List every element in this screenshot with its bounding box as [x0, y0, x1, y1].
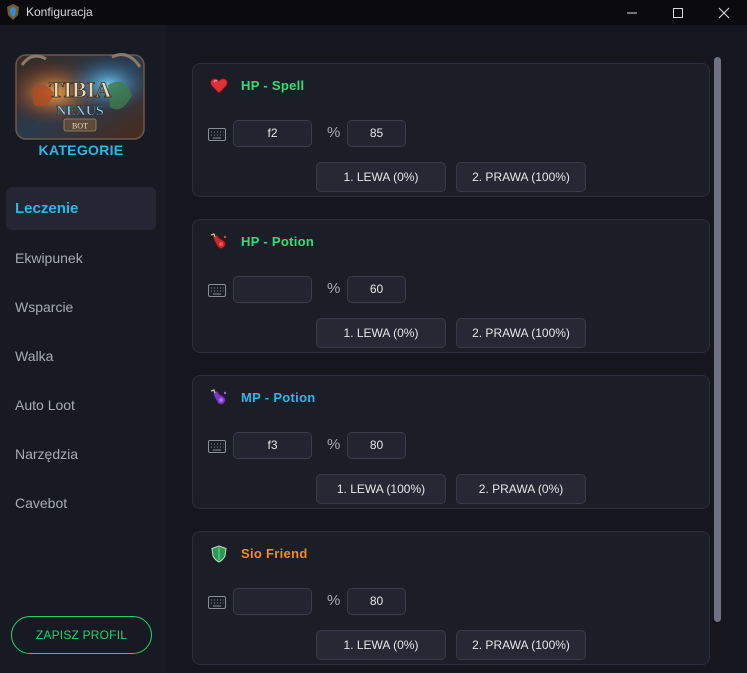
- left-hand-button[interactable]: 1. LEWA (0%): [316, 318, 446, 348]
- sidebar-item-narzedzia[interactable]: Narzędzia: [6, 432, 156, 475]
- sidebar-item-label: Wsparcie: [15, 298, 74, 315]
- percent-symbol: %: [327, 280, 341, 297]
- sidebar: TIBIA NEXUS BOT KATEGORIE Leczenie Ekwip…: [0, 25, 166, 673]
- app-window: Konfiguracja TIBIA NEXUS BOT KATEGORIE L…: [0, 0, 747, 673]
- card-title: HP - Potion: [241, 234, 315, 249]
- percent-input[interactable]: 80: [347, 432, 406, 459]
- sidebar-item-cavebot[interactable]: Cavebot: [6, 481, 156, 524]
- hotkey-input[interactable]: f2: [233, 120, 312, 147]
- shield-icon: [211, 545, 227, 563]
- sidebar-item-wsparcie[interactable]: Wsparcie: [6, 285, 156, 328]
- percent-symbol: %: [327, 592, 341, 609]
- left-hand-button[interactable]: 1. LEWA (0%): [316, 162, 446, 192]
- hotkey-input[interactable]: [233, 588, 312, 615]
- mp-potion-card: MP - Potion f3 % 80 1. LEWA (100%) 2. PR…: [192, 375, 710, 509]
- close-button[interactable]: [701, 0, 747, 25]
- sidebar-item-label: Auto Loot: [15, 396, 75, 413]
- heart-icon: [210, 78, 228, 94]
- sidebar-item-label: Leczenie: [15, 200, 79, 217]
- sidebar-nav: Leczenie Ekwipunek Wsparcie Walka Auto L…: [6, 187, 156, 530]
- percent-input[interactable]: 60: [347, 276, 406, 303]
- main-panel: HP - Spell f2 % 85 1. LEWA (0%) 2. PRAWA…: [166, 25, 747, 673]
- sidebar-item-label: Narzędzia: [15, 445, 79, 462]
- maximize-icon: [673, 7, 683, 18]
- left-hand-button[interactable]: 1. LEWA (100%): [316, 474, 446, 504]
- svg-text:NEXUS: NEXUS: [56, 104, 104, 119]
- sidebar-item-label: Cavebot: [15, 494, 68, 511]
- sidebar-item-auto-loot[interactable]: Auto Loot: [6, 383, 156, 426]
- title-bar: Konfiguracja: [0, 0, 747, 25]
- percent-symbol: %: [327, 124, 341, 141]
- right-hand-button[interactable]: 2. PRAWA (100%): [456, 162, 586, 192]
- vertical-scrollbar[interactable]: [714, 57, 721, 622]
- svg-text:TIBIA: TIBIA: [49, 77, 111, 102]
- hotkey-input[interactable]: [233, 276, 312, 303]
- window-title: Konfiguracja: [26, 5, 93, 19]
- percent-symbol: %: [327, 436, 341, 453]
- tibia-nexus-bot-logo: TIBIA NEXUS BOT: [15, 53, 145, 140]
- mana-potion-icon: [210, 389, 227, 405]
- keyboard-icon: [208, 128, 226, 141]
- minimize-icon: [627, 12, 637, 13]
- left-hand-button[interactable]: 1. LEWA (0%): [316, 630, 446, 660]
- sidebar-item-label: Walka: [15, 347, 54, 364]
- hp-spell-card: HP - Spell f2 % 85 1. LEWA (0%) 2. PRAWA…: [192, 63, 710, 197]
- right-hand-button[interactable]: 2. PRAWA (0%): [456, 474, 586, 504]
- sio-friend-card: Sio Friend % 80 1. LEWA (0%) 2. PRAWA (1…: [192, 531, 710, 665]
- right-hand-button[interactable]: 2. PRAWA (100%): [456, 318, 586, 348]
- percent-input[interactable]: 85: [347, 120, 406, 147]
- keyboard-icon: [208, 284, 226, 297]
- card-title: MP - Potion: [241, 390, 316, 405]
- sidebar-item-ekwipunek[interactable]: Ekwipunek: [6, 236, 156, 279]
- hp-potion-card: HP - Potion % 60 1. LEWA (0%) 2. PRAWA (…: [192, 219, 710, 353]
- keyboard-icon: [208, 440, 226, 453]
- card-title: Sio Friend: [241, 546, 308, 561]
- sidebar-item-label: Ekwipunek: [15, 249, 83, 266]
- percent-input[interactable]: 80: [347, 588, 406, 615]
- keyboard-icon: [208, 596, 226, 609]
- categories-heading: KATEGORIE: [38, 142, 124, 158]
- svg-text:BOT: BOT: [72, 122, 88, 131]
- hotkey-input[interactable]: f3: [233, 432, 312, 459]
- minimize-button[interactable]: [609, 0, 655, 25]
- sidebar-item-walka[interactable]: Walka: [6, 334, 156, 377]
- close-icon: [718, 7, 730, 18]
- save-profile-button[interactable]: ZAPISZ PROFIL: [11, 616, 152, 654]
- app-icon: [7, 4, 19, 20]
- card-title: HP - Spell: [241, 78, 305, 93]
- right-hand-button[interactable]: 2. PRAWA (100%): [456, 630, 586, 660]
- health-potion-icon: [210, 233, 227, 249]
- sidebar-item-leczenie[interactable]: Leczenie: [6, 187, 156, 230]
- maximize-button[interactable]: [655, 0, 701, 25]
